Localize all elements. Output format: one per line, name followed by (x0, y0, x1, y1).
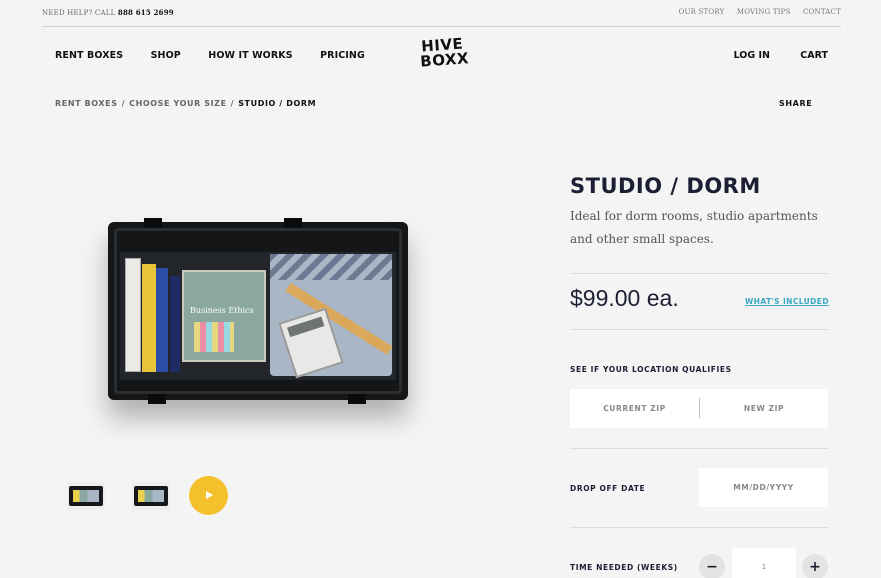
main-nav: RENT BOXES SHOP HOW IT WORKS PRICING (55, 50, 389, 61)
book (170, 276, 180, 372)
breadcrumb-current: STUDIO / DORM (238, 99, 317, 108)
crate-contents: Business Ethics (120, 252, 396, 380)
our-story-link[interactable]: OUR STORY (679, 8, 725, 16)
crate-handle (144, 218, 162, 228)
help-text: NEED HELP? CALL 888 615 2699 (42, 8, 174, 17)
ethics-book: Business Ethics (182, 270, 266, 362)
play-video-button[interactable] (189, 476, 228, 515)
whats-included-link[interactable]: WHAT'S INCLUDED (745, 297, 829, 306)
crate-handle (284, 218, 302, 228)
book (142, 264, 156, 372)
divider (570, 329, 828, 330)
dropoff-date-input[interactable]: MM/DD/YYYY (699, 468, 828, 507)
moving-tips-link[interactable]: MOVING TIPS (737, 8, 791, 16)
time-needed-label: TIME NEEDED (WEEKS) (570, 563, 678, 572)
new-zip-button[interactable]: NEW ZIP (700, 389, 828, 428)
login-link[interactable]: LOG IN (734, 50, 770, 61)
contact-link[interactable]: CONTACT (803, 8, 841, 16)
nav-pricing[interactable]: PRICING (320, 50, 365, 61)
product-price: $99.00 ea. (570, 285, 679, 311)
product-title: STUDIO / DORM (570, 174, 761, 198)
account-nav: LOG IN CART (707, 50, 828, 61)
breadcrumb-rent-boxes[interactable]: RENT BOXES (55, 99, 118, 108)
utility-links: OUR STORY MOVING TIPS CONTACT (669, 8, 841, 16)
thumbnail-image (69, 486, 103, 506)
nav-rent-boxes[interactable]: RENT BOXES (55, 50, 123, 61)
divider (570, 448, 828, 449)
location-label: SEE IF YOUR LOCATION QUALIFIES (570, 365, 732, 374)
sticky-notes (194, 322, 234, 352)
logo-line-2: BOXX (419, 49, 470, 71)
nav-shop[interactable]: SHOP (151, 50, 181, 61)
divider (570, 527, 828, 528)
dropoff-label: DROP OFF DATE (570, 484, 646, 493)
ethics-book-title: Business Ethics (190, 306, 254, 315)
utility-bar: NEED HELP? CALL 888 615 2699 OUR STORY M… (42, 0, 841, 27)
breadcrumb-separator: / (230, 99, 235, 108)
crate-handle (148, 394, 166, 404)
storage-crate: Business Ethics (108, 218, 408, 404)
phone-number[interactable]: 888 615 2699 (118, 8, 174, 17)
cart-link[interactable]: CART (800, 50, 828, 61)
divider (570, 273, 828, 274)
decrement-button[interactable]: − (699, 554, 725, 578)
crate-handle (348, 394, 366, 404)
nav-how-it-works[interactable]: HOW IT WORKS (208, 50, 292, 61)
zip-selector: CURRENT ZIP NEW ZIP (570, 389, 828, 428)
share-button[interactable]: SHARE (779, 99, 812, 108)
thumbnail-1[interactable] (67, 482, 105, 510)
hiveboxx-logo[interactable]: HIVE BOXX (419, 35, 470, 75)
binder (125, 258, 141, 372)
product-image: Business Ethics (60, 180, 460, 450)
shirt-pattern (270, 254, 392, 280)
thumbnail-image (134, 486, 168, 506)
breadcrumb-separator: / (121, 99, 126, 108)
increment-button[interactable]: + (802, 554, 828, 578)
product-description: Ideal for dorm rooms, studio apartments … (570, 209, 818, 246)
current-zip-button[interactable]: CURRENT ZIP (570, 389, 699, 428)
weeks-quantity-input[interactable]: 1 (732, 548, 796, 578)
breadcrumb: RENT BOXES / CHOOSE YOUR SIZE / STUDIO / DOR… (55, 99, 316, 108)
breadcrumb-choose-size[interactable]: CHOOSE YOUR SIZE (129, 99, 227, 108)
book (156, 268, 168, 372)
help-prefix: NEED HELP? CALL (42, 9, 116, 17)
thumbnail-2[interactable] (132, 482, 170, 510)
